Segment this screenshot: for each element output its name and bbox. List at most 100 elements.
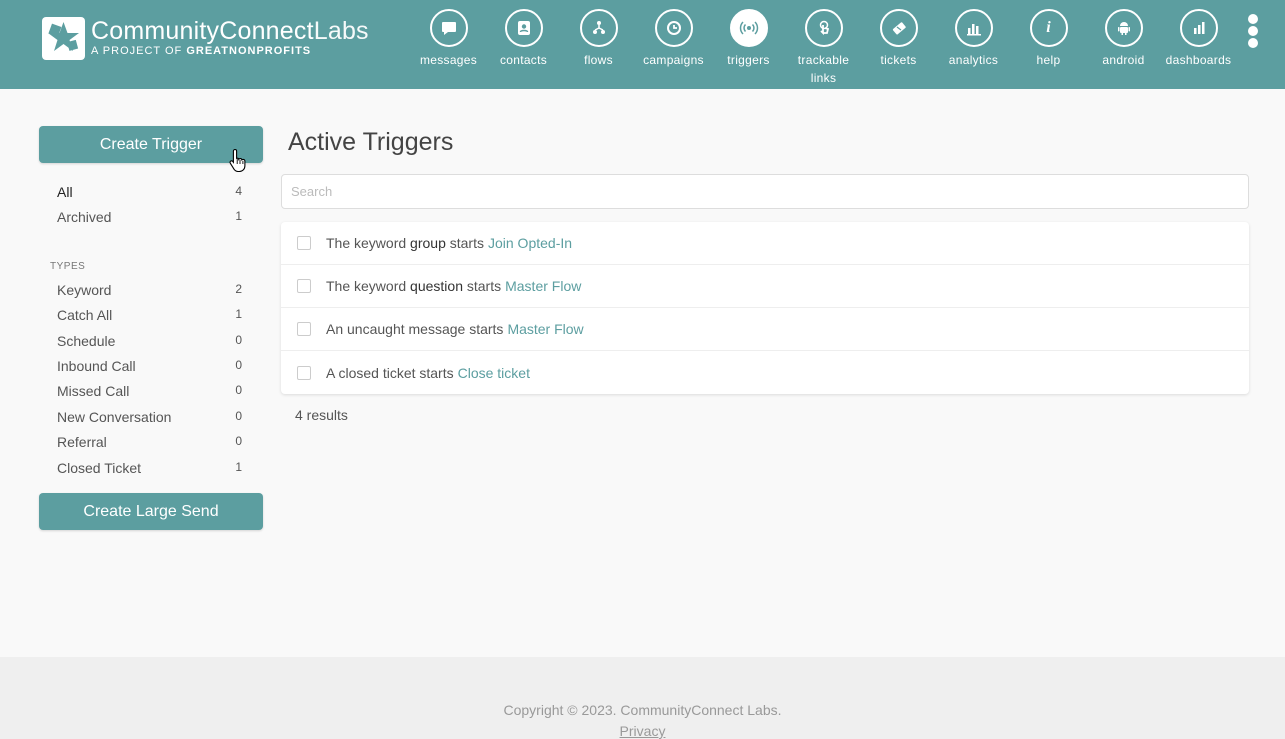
nav-help[interactable]: i help	[1011, 9, 1086, 87]
dashboard-chart-icon	[1179, 9, 1218, 47]
search-input[interactable]	[281, 174, 1249, 209]
footer: Copyright © 2023. CommunityConnect Labs.…	[0, 657, 1285, 739]
create-large-send-button[interactable]: Create Large Send	[39, 493, 263, 530]
row-checkbox[interactable]	[297, 365, 311, 380]
type-label: Inbound Call	[57, 358, 136, 374]
brand-sub-org: GREATNONPROFITS	[186, 45, 312, 57]
types-heading: TYPES	[50, 261, 86, 272]
nav-label: dashboards	[1165, 53, 1232, 67]
type-catch-all[interactable]: Catch All 1	[57, 307, 242, 323]
chat-bubble-icon	[429, 9, 468, 47]
nav-trackable-links[interactable]: trackable links	[786, 9, 861, 87]
ticket-icon	[879, 9, 918, 47]
nav-label: tickets	[880, 53, 917, 67]
android-icon	[1104, 9, 1143, 47]
nav-analytics[interactable]: analytics	[936, 9, 1011, 87]
trigger-prefix: A closed ticket starts	[326, 364, 454, 381]
trigger-flow-link[interactable]: Master Flow	[505, 278, 581, 294]
type-count: 0	[235, 434, 242, 448]
bar-chart-icon	[954, 9, 993, 47]
page-title: Active Triggers	[288, 128, 454, 156]
type-label: Catch All	[57, 307, 113, 323]
type-count: 0	[235, 333, 242, 347]
trigger-list: The keyword group starts Join Opted-In T…	[281, 222, 1249, 394]
flow-tree-icon	[579, 9, 618, 47]
privacy-link[interactable]: Privacy	[0, 723, 1285, 739]
type-count: 1	[235, 460, 242, 474]
touch-link-icon	[804, 9, 843, 47]
trigger-prefix: The keyword	[326, 235, 411, 251]
filter-archived[interactable]: Archived 1	[57, 209, 242, 225]
trigger-row[interactable]: The keyword question starts Master Flow	[281, 265, 1249, 308]
nav-label: messages	[419, 53, 478, 67]
trigger-prefix: The keyword	[326, 278, 411, 294]
main-nav: messages contacts flows campaigns trigge…	[411, 9, 1236, 87]
type-keyword[interactable]: Keyword 2	[57, 282, 242, 298]
brand-name: CommunityConnect	[91, 17, 314, 45]
filter-all[interactable]: All 4	[57, 184, 242, 200]
trigger-suffix: starts	[462, 278, 502, 294]
top-header: CommunityConnectLabs A PROJECT OF GREATN…	[0, 0, 1285, 89]
nav-dashboards[interactable]: dashboards	[1161, 9, 1236, 87]
type-count: 2	[235, 282, 242, 296]
type-schedule[interactable]: Schedule 0	[57, 333, 242, 349]
results-count: 4 results	[295, 407, 348, 423]
type-missed-call[interactable]: Missed Call 0	[57, 383, 242, 399]
brand-logo[interactable]: CommunityConnectLabs A PROJECT OF GREATN…	[42, 17, 369, 60]
nav-triggers[interactable]: triggers	[711, 9, 786, 87]
nav-label: trackable links	[797, 53, 850, 85]
nav-label: help	[1036, 53, 1061, 67]
copyright-text: Copyright © 2023. CommunityConnect Labs.	[503, 702, 782, 718]
type-label: Schedule	[57, 333, 116, 349]
type-count: 0	[235, 409, 242, 423]
type-count: 0	[235, 383, 242, 397]
broadcast-icon	[729, 9, 768, 47]
type-inbound-call[interactable]: Inbound Call 0	[57, 358, 242, 374]
type-count: 0	[235, 358, 242, 372]
more-menu-icon[interactable]	[1248, 14, 1260, 48]
info-icon: i	[1029, 9, 1068, 47]
nav-messages[interactable]: messages	[411, 9, 486, 87]
type-new-conversation[interactable]: New Conversation 0	[57, 409, 242, 425]
trigger-row[interactable]: An uncaught message starts Master Flow	[281, 308, 1249, 351]
brand-sub-prefix: A PROJECT OF	[91, 45, 183, 57]
type-closed-ticket[interactable]: Closed Ticket 1	[57, 460, 242, 476]
row-checkbox[interactable]	[297, 322, 311, 336]
nav-label: flows	[584, 53, 613, 67]
nav-campaigns[interactable]: campaigns	[636, 9, 711, 87]
filter-label: Archived	[57, 209, 112, 225]
trigger-prefix: An uncaught message starts	[326, 321, 504, 337]
nav-flows[interactable]: flows	[561, 9, 636, 87]
filter-count: 4	[235, 184, 242, 198]
type-label: Referral	[57, 434, 107, 450]
trigger-keyword: question	[410, 278, 463, 294]
campaign-clock-icon	[654, 9, 693, 47]
logo-star-icon	[42, 17, 85, 60]
nav-tickets[interactable]: tickets	[861, 9, 936, 87]
trigger-row[interactable]: The keyword group starts Join Opted-In	[281, 222, 1249, 265]
nav-contacts[interactable]: contacts	[486, 9, 561, 87]
filter-label: All	[57, 184, 73, 200]
trigger-row[interactable]: A closed ticket starts Close ticket	[281, 351, 1249, 394]
row-checkbox[interactable]	[297, 279, 311, 293]
trigger-suffix: starts	[445, 235, 484, 251]
type-count: 1	[235, 307, 242, 321]
type-label: New Conversation	[57, 409, 172, 425]
contact-card-icon	[504, 9, 543, 47]
nav-label: analytics	[948, 53, 999, 67]
trigger-flow-link[interactable]: Join Opted-In	[488, 235, 572, 251]
type-label: Keyword	[57, 282, 112, 298]
mouse-cursor-icon	[229, 148, 247, 177]
nav-label: triggers	[727, 53, 770, 67]
nav-android[interactable]: android	[1086, 9, 1161, 87]
trigger-flow-link[interactable]: Master Flow	[507, 321, 583, 337]
nav-label: contacts	[499, 53, 548, 67]
trigger-flow-link[interactable]: Close ticket	[458, 365, 530, 381]
nav-label: campaigns	[643, 53, 704, 67]
brand-labs: Labs	[313, 17, 369, 45]
type-referral[interactable]: Referral 0	[57, 434, 242, 450]
type-label: Closed Ticket	[57, 460, 142, 476]
trigger-keyword: group	[410, 235, 446, 251]
nav-label: android	[1102, 53, 1145, 67]
row-checkbox[interactable]	[297, 236, 311, 250]
